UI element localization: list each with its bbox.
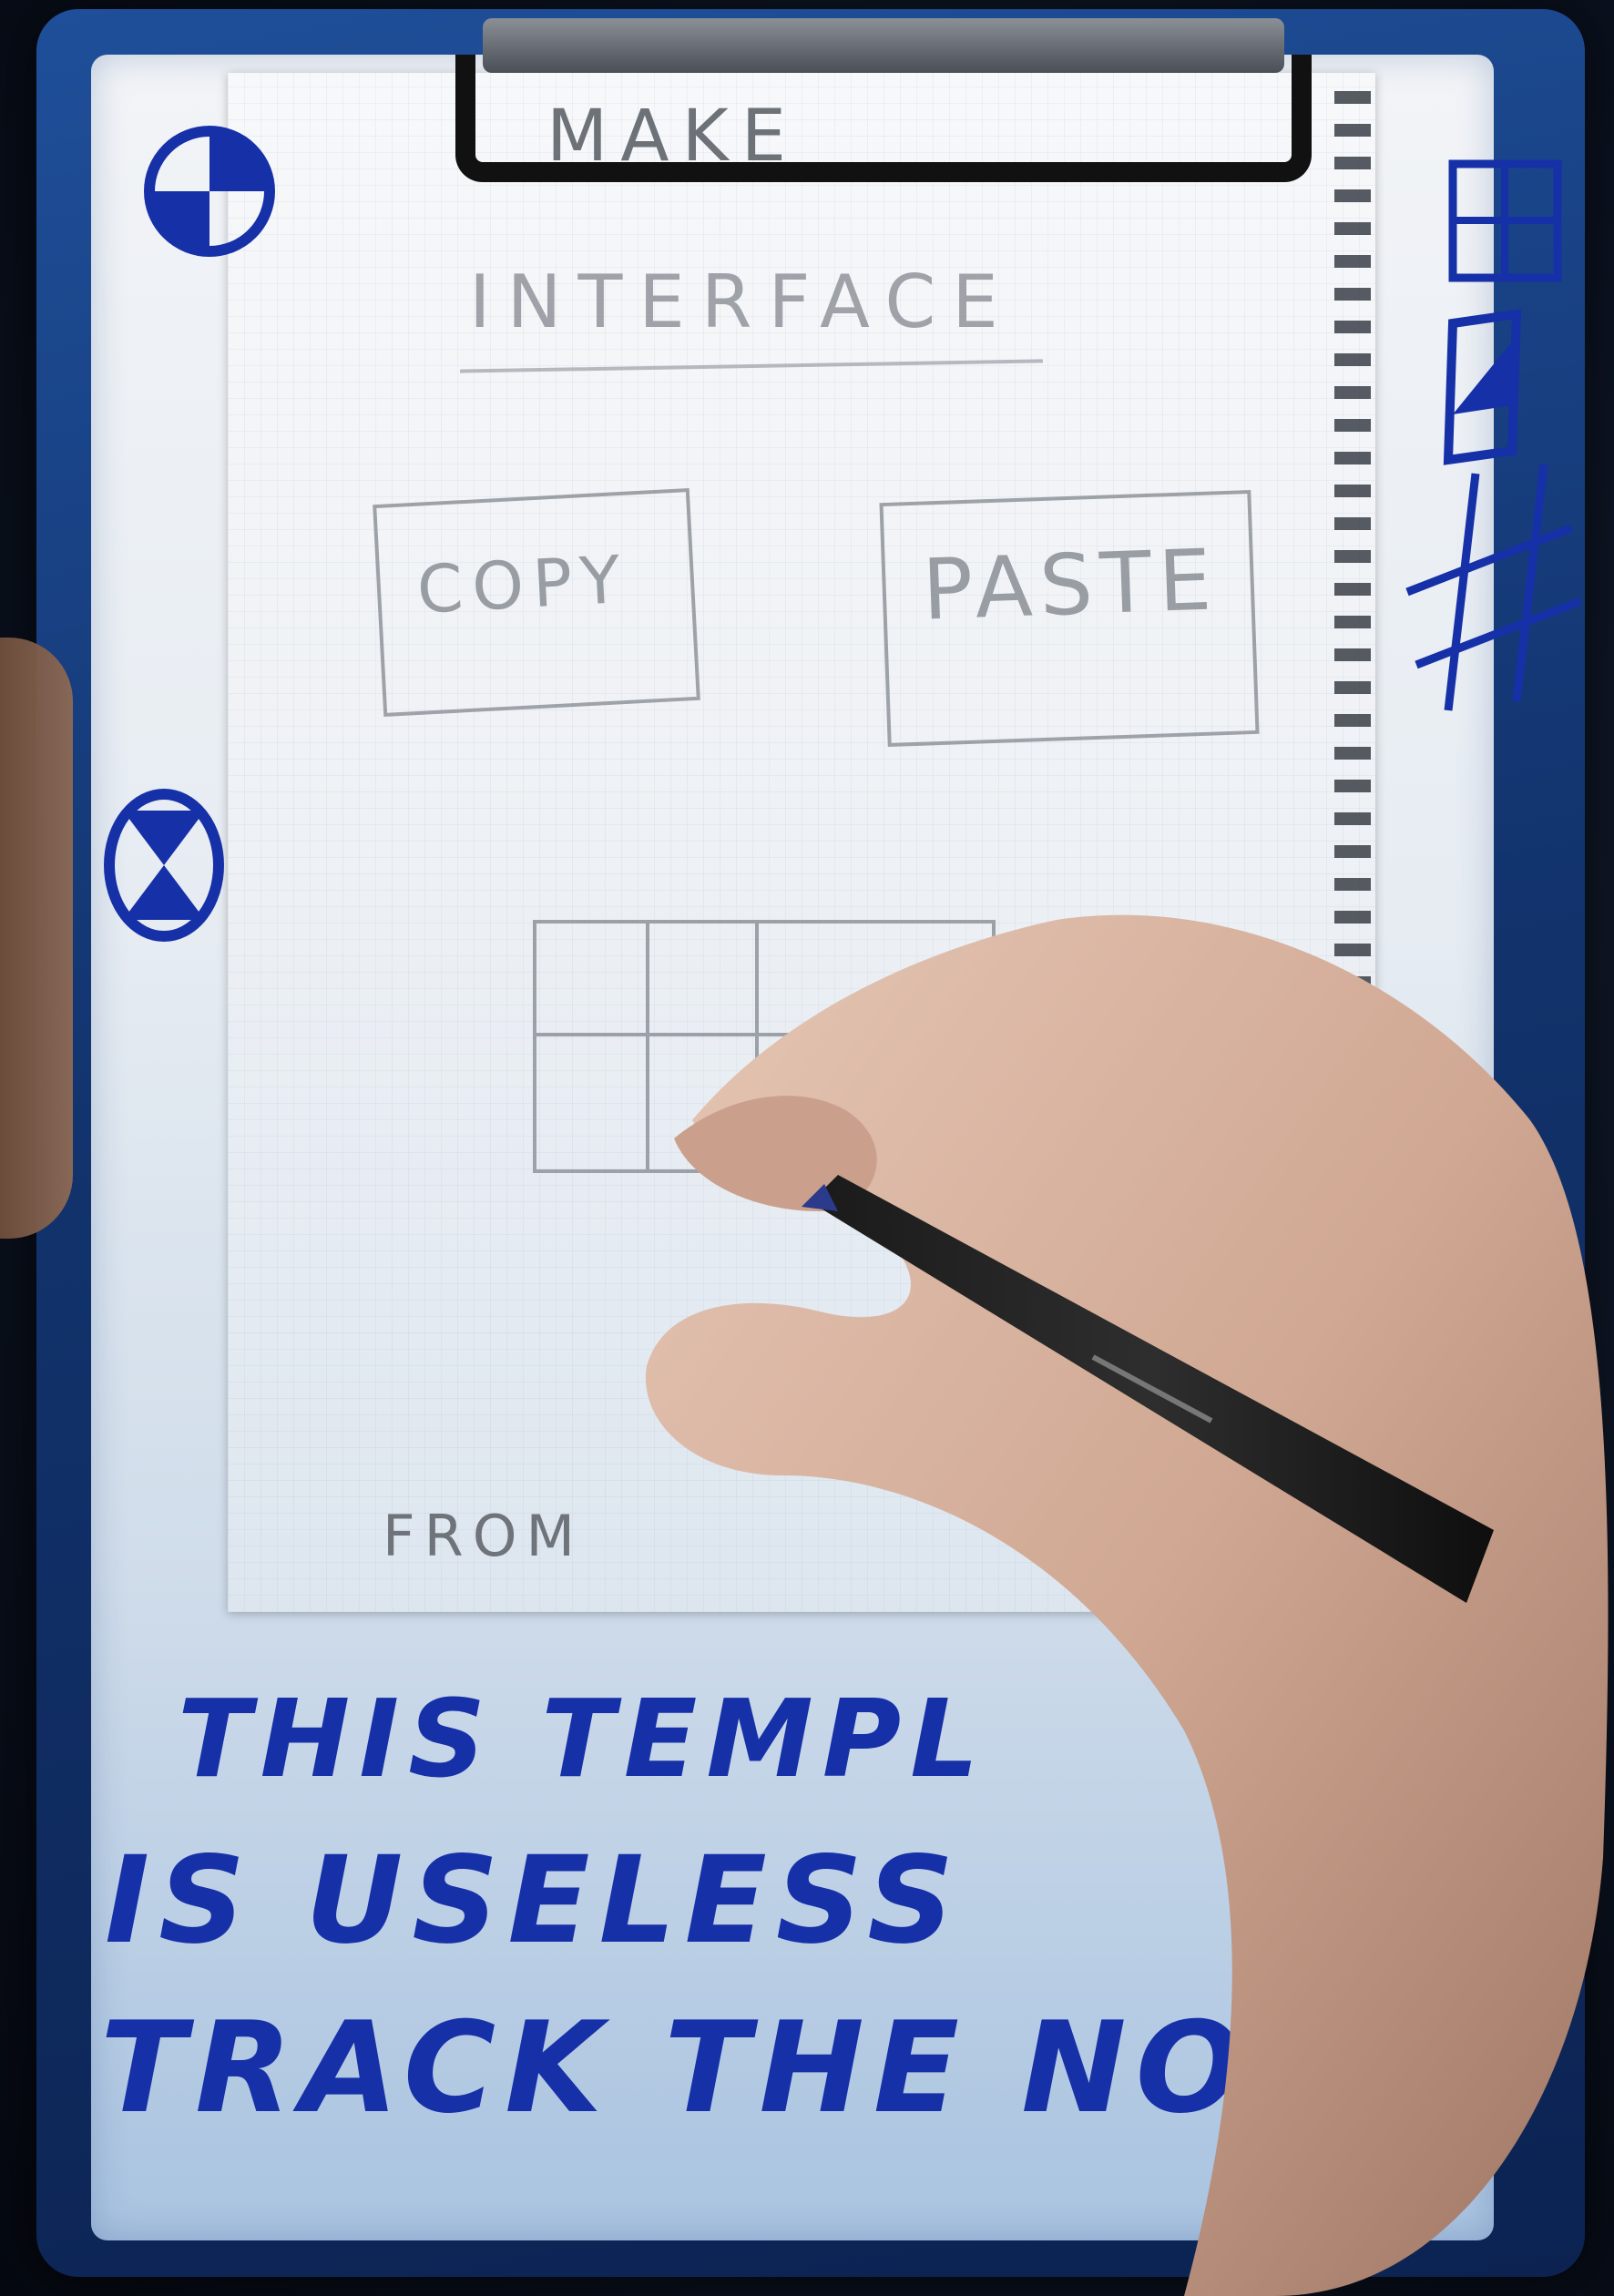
photo-scene: MAKE INTERFACE COPY PASTE FROM THIS TEMP [0,0,1614,2296]
writing-hand [645,914,1609,2296]
